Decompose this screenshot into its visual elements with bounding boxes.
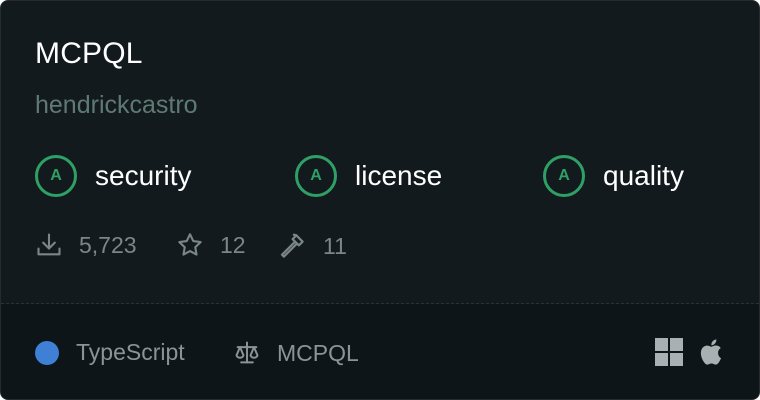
downloads-count: 5,723 — [79, 231, 137, 258]
windows-icon — [655, 338, 683, 366]
scale-icon — [235, 341, 259, 364]
language-color-dot — [35, 340, 59, 365]
quality-grade-badge: A — [543, 155, 585, 197]
license-grade-badge: A — [295, 155, 337, 197]
security-grade-label: security — [95, 160, 192, 191]
tools-count: 11 — [323, 232, 347, 259]
star-icon — [178, 233, 202, 256]
stars-stat: 12 — [176, 231, 246, 259]
server-card[interactable]: MCPQL hendrickcastro A security A licens… — [0, 0, 760, 400]
security-grade-badge: A — [35, 155, 77, 197]
stars-count: 12 — [220, 231, 246, 258]
downloads-stat: 5,723 — [35, 231, 137, 259]
hammer-icon — [280, 233, 304, 258]
tools-stat: 11 — [277, 231, 347, 261]
apple-icon — [700, 339, 722, 365]
quality-grade: A quality — [543, 155, 684, 197]
license-label: MCPQL — [277, 339, 359, 366]
license-grade-label: license — [355, 160, 443, 191]
language-label: TypeScript — [76, 339, 185, 365]
language-tag: TypeScript — [35, 339, 185, 366]
license-grade: A license — [295, 155, 442, 197]
card-header: MCPQL hendrickcastro A security A licens… — [1, 1, 759, 303]
server-title[interactable]: MCPQL — [35, 37, 143, 71]
author-name[interactable]: hendrickcastro — [35, 91, 198, 120]
card-footer: TypeScript MCPQL — [1, 304, 759, 399]
download-icon — [37, 233, 61, 256]
quality-grade-label: quality — [603, 160, 684, 191]
security-grade: A security — [35, 155, 191, 197]
license-tag: MCPQL — [233, 339, 359, 367]
